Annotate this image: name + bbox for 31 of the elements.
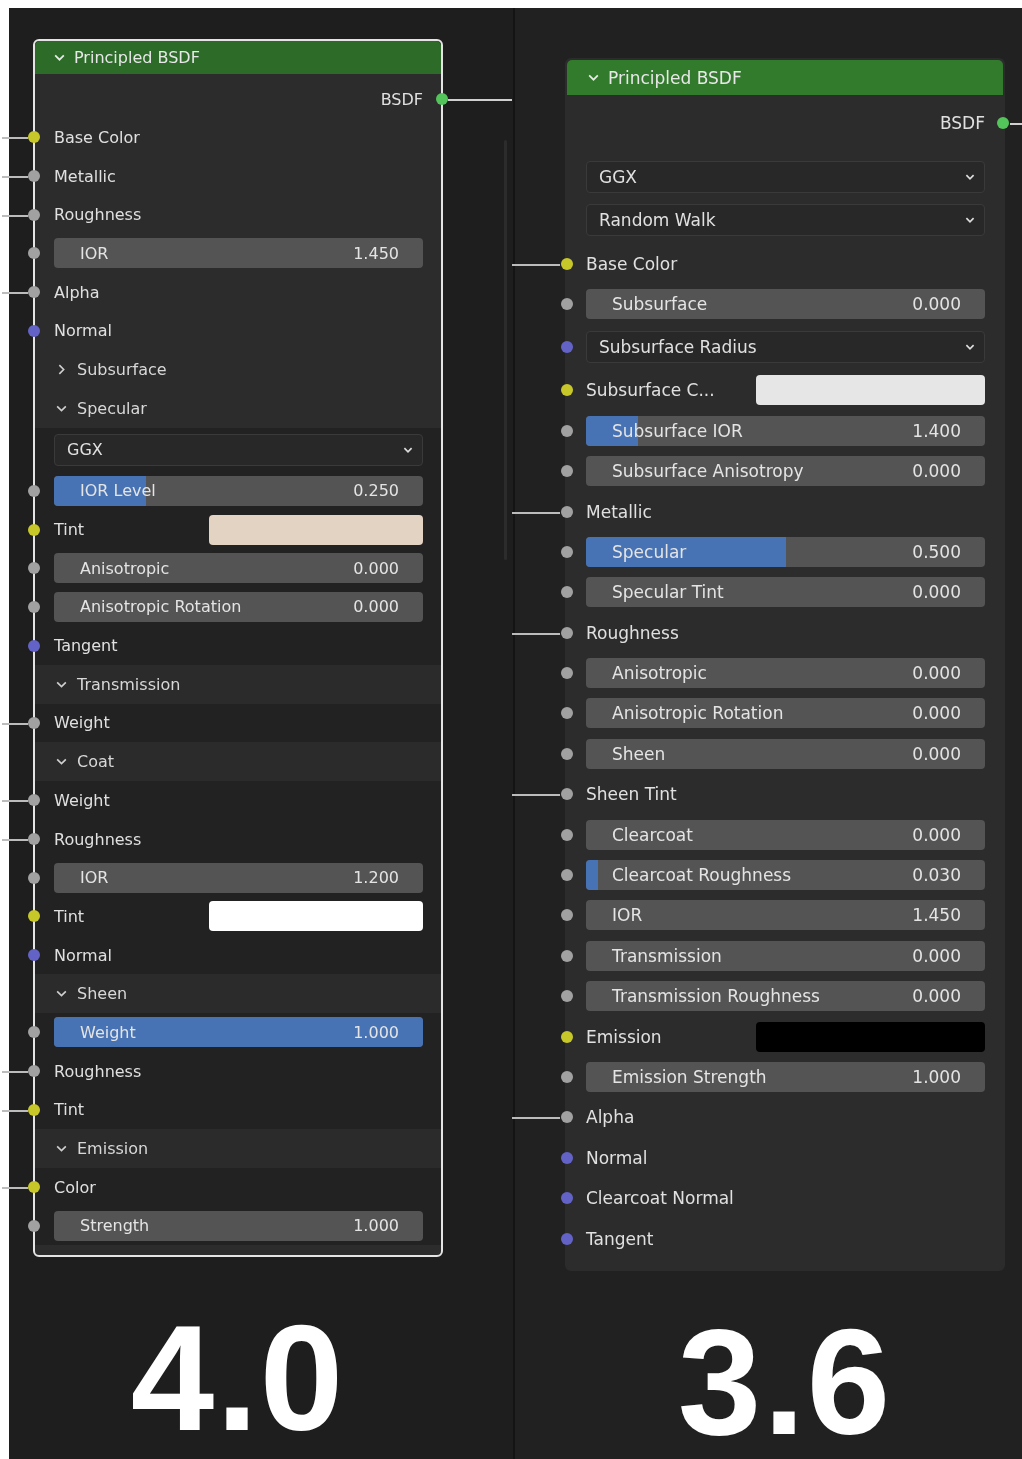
socket-label: Tangent [586,1228,654,1249]
socket-label: Normal [586,1147,648,1168]
socket-label: Clearcoat Normal [586,1188,734,1209]
socket-label: BSDF [380,89,423,109]
socket-label: Roughness [54,205,142,225]
version-label: 4.0 [129,1303,347,1454]
socket-label: Alpha [586,1107,635,1128]
socket-label: Tangent [54,636,118,656]
socket-label: Base Color [586,253,678,274]
socket-label: Alpha [54,282,100,302]
socket-label: Tint [54,1100,85,1120]
socket-label: BSDF [939,113,985,133]
socket-label: Subsurface C... [586,380,716,401]
socket-label: Roughness [586,622,679,643]
socket-label: Color [54,1177,96,1197]
version-label: 3.6 [676,1306,894,1457]
socket-label: Normal [54,945,112,965]
socket-label: Metallic [54,166,116,186]
socket-label: Roughness [54,1061,142,1081]
node-title: Principled BSDF [608,67,742,88]
socket-label: Base Color [54,127,140,147]
socket-label: Sheen Tint [586,784,677,805]
socket-label: Weight [54,790,110,810]
socket-label: Emission [586,1026,663,1047]
node-title: Principled BSDF [74,48,200,67]
socket-label: Weight [54,713,110,733]
socket-label: Tint [54,906,86,926]
socket-label: Roughness [54,829,142,849]
socket-label: Normal [54,321,112,341]
socket-label: Tint [54,520,86,540]
socket-label: Metallic [586,501,652,522]
